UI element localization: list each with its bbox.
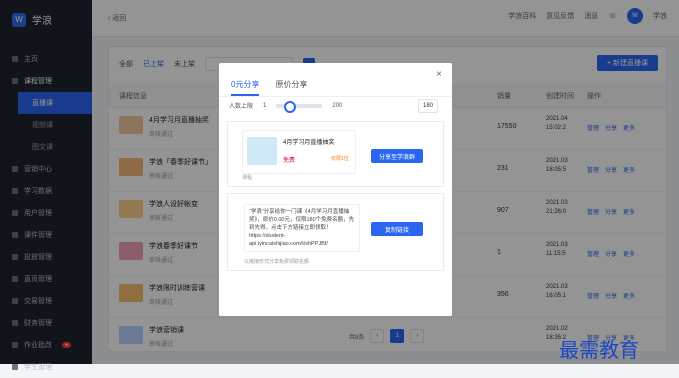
tab-free-share[interactable]: 0元分享 <box>231 79 260 96</box>
preview-price: 免费 <box>283 158 296 164</box>
preview-thumbnail <box>247 137 277 165</box>
course-preview: 4月学习月直播抽奖 免费 仅限1位 <box>242 130 356 174</box>
share-card: 4月学习月直播抽奖 免费 仅限1位 课程 分享至学浪群 <box>227 121 444 187</box>
quota-min: 1 <box>263 102 267 109</box>
share-text-area[interactable]: “学浪”分享给你一门课《4月学习月直播抽奖》，原价0.00元，仅限180个免费名… <box>244 204 360 252</box>
share-modal: × 0元分享 原价分享 人数上限 1 200 180 4月学习月直播抽奖 免费 … <box>219 63 452 316</box>
link-card: “学浪”分享给你一门课《4月学习月直播抽奖》，原价0.00元，仅限180个免费名… <box>227 193 444 271</box>
quota-slider[interactable] <box>276 100 323 113</box>
quota-control: 人数上限 1 200 <box>229 100 343 113</box>
preview-source: 课程 <box>242 175 253 181</box>
quota-value-input[interactable]: 180 <box>418 99 438 113</box>
slider-handle[interactable] <box>284 100 297 113</box>
copy-hint: 以链接形式分享免费领取名额 <box>244 259 310 265</box>
watermark: 最需教育 <box>559 338 639 362</box>
share-to-group-button[interactable]: 分享至学浪群 <box>371 149 423 163</box>
tab-price-share[interactable]: 原价分享 <box>275 79 307 96</box>
quota-max: 200 <box>332 102 343 109</box>
copy-link-button[interactable]: 复制链接 <box>371 222 423 236</box>
preview-tag: 仅限1位 <box>331 156 349 162</box>
preview-title: 4月学习月直播抽奖 <box>283 140 335 146</box>
divider <box>219 96 452 97</box>
share-tabs: 0元分享 原价分享 <box>231 79 307 96</box>
close-icon[interactable]: × <box>436 69 442 80</box>
quota-label: 人数上限 <box>229 104 254 110</box>
students-icon <box>12 364 18 370</box>
